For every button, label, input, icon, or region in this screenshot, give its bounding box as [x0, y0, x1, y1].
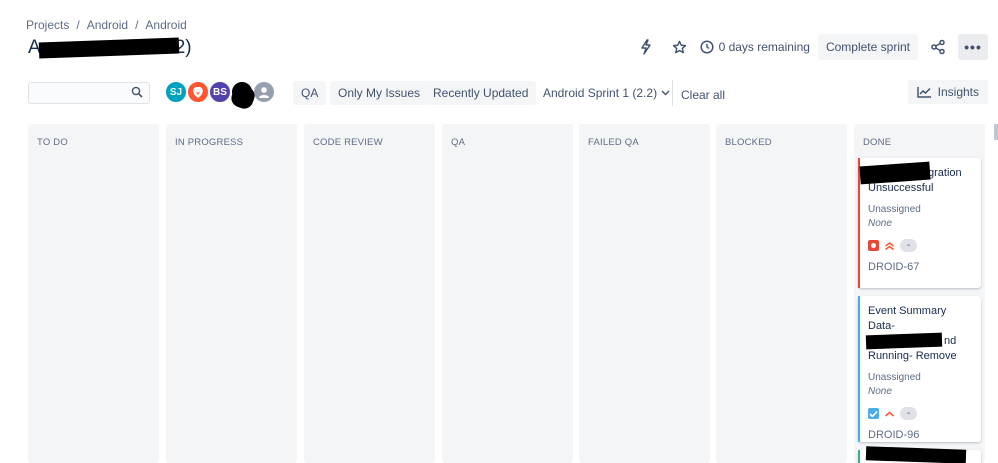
column-title: FAILED QA — [588, 137, 639, 148]
chart-line-icon — [916, 87, 931, 98]
card-status-bar — [858, 450, 860, 463]
column-title: IN PROGRESS — [175, 137, 244, 148]
column-done: DONE gration Unsuccessful Unassigned Non… — [854, 124, 985, 463]
complete-sprint-button[interactable]: Complete sprint — [817, 34, 918, 60]
card-title: gration Unsuccessful — [859, 161, 973, 196]
column-title: DONE — [863, 137, 892, 148]
insights-button[interactable]: Insights — [907, 80, 988, 104]
story-points-pill: - — [900, 239, 918, 252]
avatar-sj[interactable]: SJ — [164, 80, 188, 104]
card-assignee: Unassigned — [868, 372, 921, 383]
column-title: TO DO — [37, 137, 68, 148]
more-actions-button[interactable]: ••• — [958, 34, 988, 60]
priority-highest-icon — [885, 241, 894, 250]
column-blocked: BLOCKED — [716, 124, 847, 463]
issue-card-droid-67[interactable]: gration Unsuccessful Unassigned None - D… — [858, 158, 981, 288]
task-checkbox-icon — [868, 408, 879, 419]
column-failed-qa: FAILED QA — [579, 124, 710, 463]
issue-card-partial[interactable] — [858, 446, 981, 463]
card-issue-key[interactable]: DROID-67 — [868, 261, 973, 283]
board-toolbar: SJ BS QA Only My Issues Recently Updated… — [28, 80, 988, 112]
card-meta: - — [868, 407, 973, 420]
column-code-review: CODE REVIEW — [304, 124, 435, 463]
clear-all-button[interactable]: Clear all — [681, 88, 725, 102]
breadcrumb-separator: / — [76, 18, 80, 32]
sprint-label: Android Sprint 1 (2.2) — [543, 86, 658, 100]
card-meta: - — [868, 239, 973, 252]
sprint-select[interactable]: Android Sprint 1 (2.2) — [543, 81, 670, 105]
column-in-progress: IN PROGRESS — [166, 124, 297, 463]
user-icon — [259, 87, 269, 98]
lightning-icon[interactable] — [632, 34, 660, 60]
card-title-line1: Event Summary Data- — [868, 305, 947, 332]
redaction-mark — [865, 332, 943, 350]
card-fix-version: None — [868, 386, 892, 397]
top-actions: 0 days remaining Complete sprint ••• — [632, 34, 988, 60]
avatar-unassigned[interactable] — [252, 80, 276, 104]
bug-icon — [868, 240, 879, 251]
column-title: QA — [451, 137, 466, 148]
redaction-mark — [865, 446, 967, 463]
share-icon[interactable] — [924, 34, 952, 60]
column-title: BLOCKED — [725, 137, 772, 148]
toolbar-divider — [672, 80, 673, 106]
card-status-bar — [858, 296, 860, 442]
search-input[interactable] — [29, 83, 129, 103]
remaining-label: 0 days remaining — [718, 40, 810, 54]
breadcrumb-projects[interactable]: Projects — [26, 18, 69, 32]
card-title-line2: nd — [944, 335, 957, 347]
search-icon[interactable] — [131, 86, 143, 98]
card-assignee: Unassigned — [868, 204, 921, 215]
breadcrumb-android-board[interactable]: Android — [145, 18, 186, 32]
column-to-do: TO DO — [28, 124, 159, 463]
chevron-down-icon — [661, 90, 670, 96]
card-fix-version: None — [868, 218, 892, 229]
redaction-mark — [38, 37, 179, 59]
card-title-line2: Unsuccessful — [868, 182, 934, 194]
insights-label: Insights — [937, 85, 979, 99]
clock-icon — [700, 40, 714, 54]
search-box — [28, 82, 150, 104]
filter-only-my-issues[interactable]: Only My Issues — [330, 81, 429, 105]
page-title: A 2) — [28, 37, 192, 59]
sprint-remaining: 0 days remaining — [700, 40, 810, 54]
breadcrumb-separator: / — [135, 18, 139, 32]
breadcrumb-android[interactable]: Android — [87, 18, 128, 32]
star-icon[interactable] — [666, 34, 694, 60]
card-title-line3: Running- Remove — [868, 350, 957, 362]
column-title: CODE REVIEW — [313, 137, 383, 148]
column-qa: QA — [442, 124, 573, 463]
priority-high-icon — [885, 411, 894, 417]
issue-card-droid-96[interactable]: Event Summary Data- nd Running- Remove U… — [858, 296, 981, 442]
breadcrumb: Projects / Android / Android — [26, 18, 187, 32]
lion-icon — [193, 86, 203, 98]
filter-qa[interactable]: QA — [293, 81, 327, 105]
scrollbar-thumb[interactable] — [994, 124, 998, 140]
card-title: Event Summary Data- nd Running- Remove — [865, 304, 973, 364]
avatar-bs[interactable]: BS — [208, 80, 232, 104]
story-points-pill: - — [900, 407, 918, 420]
avatar-brave[interactable] — [186, 80, 210, 104]
avatar-group: SJ BS — [164, 80, 276, 104]
filter-recently-updated[interactable]: Recently Updated — [425, 81, 537, 105]
